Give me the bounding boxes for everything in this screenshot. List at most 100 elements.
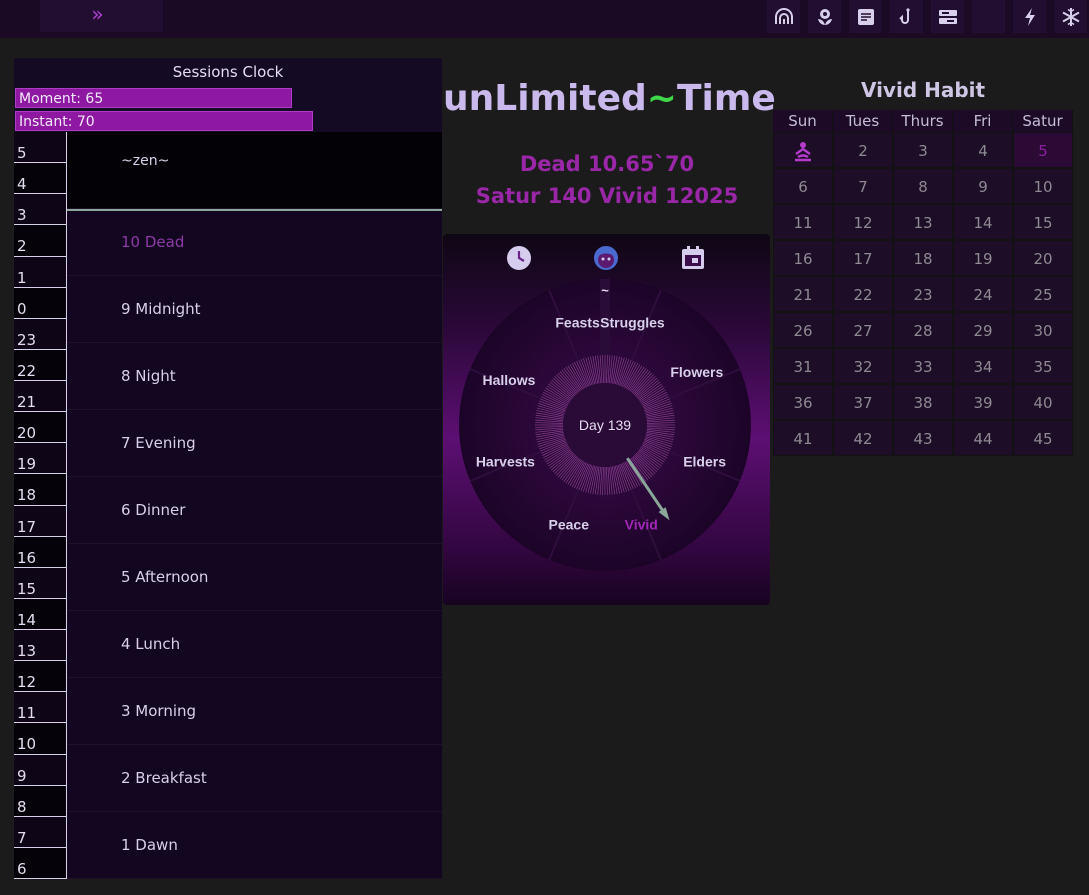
expand-nav-button[interactable]: » [40, 0, 163, 32]
rainbow-button[interactable] [767, 0, 800, 33]
calendar-day-cell[interactable]: 19 [953, 240, 1013, 276]
calendar-day-cell[interactable]: 26 [773, 312, 833, 348]
session-row[interactable]: 2 Breakfast [67, 745, 442, 812]
habit-title: Vivid Habit [860, 78, 986, 102]
moon-button[interactable] [972, 0, 1005, 33]
sliders-button[interactable] [931, 0, 964, 33]
hour-cell: 4 [14, 163, 67, 195]
session-row[interactable]: 5 Afternoon [67, 544, 442, 611]
calendar-day-cell[interactable]: 38 [893, 384, 953, 420]
wheel-segment-label[interactable]: Feasts [555, 315, 600, 331]
calendar-day-cell[interactable]: 41 [773, 420, 833, 456]
calendar-day-cell[interactable]: 18 [893, 240, 953, 276]
wheel-segment-label[interactable]: Flowers [670, 364, 723, 380]
calendar-week-row: 36 37 38 39 40 [773, 384, 1073, 420]
session-row[interactable]: 3 Morning [67, 678, 442, 745]
wheel-segment-label[interactable]: Elders [683, 453, 726, 469]
calendar-day-cell[interactable]: 42 [833, 420, 893, 456]
app-title-part-1: unLimited [443, 78, 647, 119]
calendar-day-cell[interactable]: 40 [1013, 384, 1073, 420]
session-row[interactable]: 4 Lunch [67, 611, 442, 678]
calendar-day-cell[interactable]: 28 [893, 312, 953, 348]
wheel-segment-label[interactable]: Vivid [625, 517, 658, 533]
snowflake-button[interactable] [1054, 0, 1087, 33]
summary-line-2: Satur 140 Vivid 12025 [475, 184, 739, 208]
calendar-day-cell[interactable]: 12 [833, 204, 893, 240]
calendar-day-cell[interactable] [773, 132, 833, 168]
note-icon [857, 8, 874, 25]
session-row[interactable]: 9 Midnight [67, 276, 442, 343]
calendar-day-cell[interactable]: 31 [773, 348, 833, 384]
note-button[interactable] [849, 0, 882, 33]
wheel-segment-label[interactable]: Struggles [600, 315, 665, 331]
session-row[interactable]: 1 Dawn [67, 812, 442, 879]
calendar-day-cell[interactable]: 3 [893, 132, 953, 168]
calendar-day-cell[interactable]: 14 [953, 204, 1013, 240]
session-row[interactable]: ~zen~ [67, 132, 442, 209]
calendar-day-cell[interactable]: 22 [833, 276, 893, 312]
habit-calendar: Sun Tues Thurs Fri Satur 2 3 4 5 6 7 8 9 10 11 12 13 14 15… [773, 110, 1073, 456]
calendar-day-cell[interactable]: 35 [1013, 348, 1073, 384]
sessions-title: Sessions Clock [172, 63, 284, 81]
calendar-day-cell[interactable]: 25 [1013, 276, 1073, 312]
bolt-button[interactable] [1013, 0, 1046, 33]
calendar-week-row: 41 42 43 44 45 [773, 420, 1073, 456]
calendar-day-cell[interactable]: 6 [773, 168, 833, 204]
calendar-day-cell[interactable]: 37 [833, 384, 893, 420]
wheel-segment-label[interactable]: Harvests [476, 453, 535, 469]
moment-bar: Moment: 65 [15, 88, 292, 108]
rainbow-icon [774, 7, 793, 24]
session-row[interactable]: 10 Dead [67, 209, 442, 276]
calendar-day-cell[interactable]: 17 [833, 240, 893, 276]
calendar-week-row: 26 27 28 29 30 [773, 312, 1073, 348]
wheel-segment-label[interactable]: Hallows [482, 372, 535, 388]
wheel-segment-label[interactable]: Peace [549, 517, 590, 533]
calendar-day-cell[interactable]: 27 [833, 312, 893, 348]
calendar-day-cell[interactable]: 7 [833, 168, 893, 204]
calendar-day-cell[interactable]: 34 [953, 348, 1013, 384]
calendar-day-cell[interactable]: 29 [953, 312, 1013, 348]
calendar-day-cell[interactable]: 33 [893, 348, 953, 384]
calendar-day-cell[interactable]: 13 [893, 204, 953, 240]
calendar-day-cell[interactable]: 32 [833, 348, 893, 384]
hour-cell: 17 [14, 505, 67, 537]
calendar-day-cell[interactable]: 2 [833, 132, 893, 168]
hour-cell: 13 [14, 630, 67, 662]
calendar-day-cell[interactable]: 8 [893, 168, 953, 204]
hook-button[interactable] [890, 0, 923, 33]
session-row[interactable]: 7 Evening [67, 410, 442, 477]
session-row[interactable]: 6 Dinner [67, 477, 442, 544]
calendar-day-cell[interactable]: 9 [953, 168, 1013, 204]
season-wheel-panel: Day 139 ~ Feasts Struggles Flowers Elders Vivi… [443, 234, 770, 605]
calendar-day-cell[interactable]: 16 [773, 240, 833, 276]
calendar-day-cell[interactable]: 30 [1013, 312, 1073, 348]
calendar-day-cell[interactable]: 11 [773, 204, 833, 240]
bolt-icon [1024, 7, 1035, 26]
calendar-week-row: 21 22 23 24 25 [773, 276, 1073, 312]
meditation-icon [795, 141, 811, 161]
calendar-day-cell[interactable]: 39 [953, 384, 1013, 420]
calendar-day-cell[interactable]: 44 [953, 420, 1013, 456]
calendar-day-cell[interactable]: 23 [893, 276, 953, 312]
hour-cell: 11 [14, 692, 67, 724]
calendar-day-cell[interactable]: 20 [1013, 240, 1073, 276]
calendar-day-cell[interactable]: 15 [1013, 204, 1073, 240]
hour-cell: 20 [14, 412, 67, 444]
calendar-day-cell[interactable]: 45 [1013, 420, 1073, 456]
calendar-day-cell[interactable]: 43 [893, 420, 953, 456]
calendar-day-cell[interactable]: 21 [773, 276, 833, 312]
calendar-day-cell[interactable]: 24 [953, 276, 1013, 312]
top-icon-group [759, 0, 1087, 33]
current-time-line [67, 209, 442, 211]
session-row[interactable]: 8 Night [67, 343, 442, 410]
flower-button[interactable] [808, 0, 841, 33]
calendar-day-cell[interactable]: 36 [773, 384, 833, 420]
calendar-day-cell[interactable]: 5 [1013, 132, 1073, 168]
hour-cell: 2 [14, 225, 67, 257]
app-title-tilde: ~ [646, 78, 677, 119]
hour-cell: 0 [14, 287, 67, 319]
sessions-list: ~zen~ 10 Dead 9 Midnight 8 Night 7 Evening 6 … [67, 132, 442, 879]
calendar-day-cell[interactable]: 4 [953, 132, 1013, 168]
calendar-day-cell[interactable]: 10 [1013, 168, 1073, 204]
calendar-week-row: 2345 [773, 132, 1073, 168]
